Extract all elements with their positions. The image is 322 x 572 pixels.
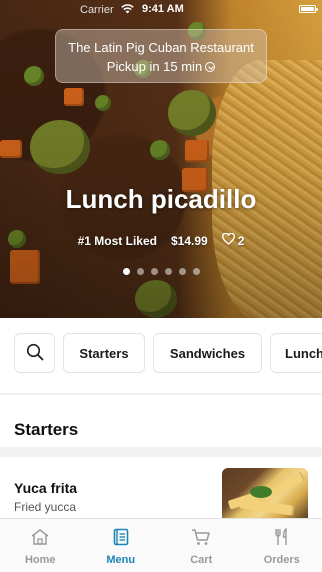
- menu-item-description: Fried yucca: [14, 500, 77, 514]
- tab-menu-label: Menu: [106, 554, 136, 566]
- pickup-info-card[interactable]: The Latin Pig Cuban Restaurant Pickup in…: [55, 29, 267, 83]
- status-bar: Carrier 9:41 AM: [0, 0, 322, 20]
- wifi-icon: [121, 4, 134, 17]
- heart-icon: [221, 232, 235, 248]
- battery-icon: [299, 5, 318, 13]
- category-chip-starters[interactable]: Starters: [63, 333, 145, 373]
- chevron-down-icon: [205, 62, 216, 72]
- featured-price: $14.99: [170, 233, 208, 248]
- tab-cart-label: Cart: [190, 554, 213, 566]
- tab-bar: Home Menu Cart Orders: [0, 518, 322, 572]
- fry-decoration: [262, 471, 306, 502]
- featured-dish-title: Lunch picadillo: [65, 184, 257, 214]
- carousel-dot[interactable]: [136, 268, 144, 275]
- category-chip-sandwiches[interactable]: Sandwiches: [153, 333, 262, 373]
- tab-menu[interactable]: Menu: [81, 519, 162, 572]
- like-button[interactable]: 2: [221, 232, 245, 248]
- category-chip-lunch[interactable]: Lunch: [270, 333, 322, 373]
- carousel-dot[interactable]: [122, 268, 130, 275]
- tab-cart[interactable]: Cart: [161, 519, 242, 572]
- carousel-dot[interactable]: [192, 268, 200, 275]
- carousel-dot[interactable]: [150, 268, 158, 275]
- section-title: Starters: [14, 420, 79, 439]
- search-button[interactable]: [14, 333, 55, 373]
- featured-hero-image[interactable]: Carrier 9:41 AM The Latin Pig Cuban Rest…: [0, 0, 322, 318]
- section-separator: [0, 447, 322, 457]
- carrier-label: Carrier: [80, 4, 114, 16]
- utensils-icon: [273, 527, 291, 554]
- tab-orders[interactable]: Orders: [242, 519, 322, 572]
- carousel-pagination[interactable]: [0, 268, 322, 275]
- menu-item-name: Yuca frita: [14, 480, 78, 496]
- tab-orders-label: Orders: [263, 554, 300, 566]
- carousel-dot[interactable]: [164, 268, 172, 275]
- tab-home[interactable]: Home: [0, 519, 81, 572]
- restaurant-name: The Latin Pig Cuban Restaurant: [68, 40, 254, 55]
- tab-home-label: Home: [24, 554, 56, 566]
- pickup-time[interactable]: Pickup in 15 min: [106, 58, 216, 76]
- divider: [0, 393, 322, 395]
- category-chips: Starters Sandwiches Lunch: [14, 333, 322, 373]
- like-count: 2: [237, 233, 245, 248]
- home-icon: [30, 528, 50, 554]
- cart-icon: [191, 528, 211, 554]
- rank-badge: #1 Most Liked: [77, 233, 157, 248]
- menu-item-image: [222, 468, 308, 524]
- garnish-decoration: [250, 486, 272, 498]
- clock: 9:41 AM: [142, 3, 184, 15]
- featured-dish-meta: #1 Most Liked $14.99 2: [0, 232, 322, 248]
- pickup-time-label: Pickup in 15 min: [106, 59, 203, 74]
- carousel-dot[interactable]: [178, 268, 186, 275]
- menu-book-icon: [112, 528, 130, 554]
- menu-item[interactable]: Yuca frita Fried yucca: [0, 462, 322, 524]
- search-icon: [26, 343, 44, 364]
